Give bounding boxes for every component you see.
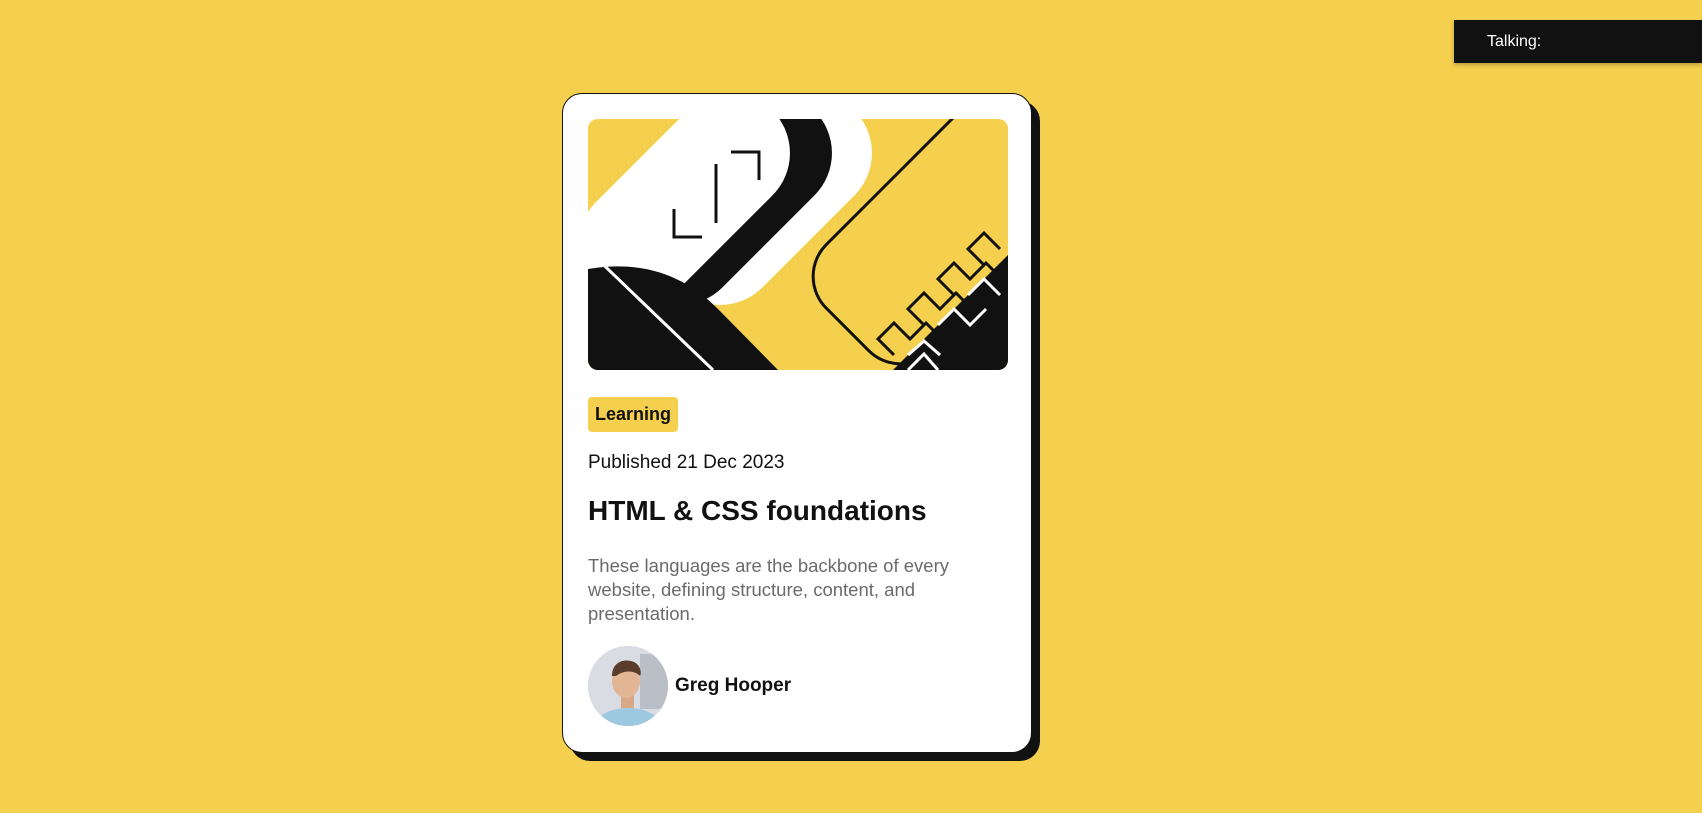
illustration-graphic (588, 119, 1008, 370)
card-description: These languages are the backbone of ever… (588, 555, 949, 624)
published-date: Published 21 Dec 2023 (588, 452, 785, 473)
card-illustration (588, 119, 1008, 370)
category-tag[interactable]: Learning (588, 397, 679, 432)
blog-preview-card: Learning Published 21 Dec 2023 HTML & CS… (562, 93, 1032, 753)
avatar-photo (588, 646, 668, 726)
talking-label: Talking: (1487, 32, 1542, 50)
avatar (588, 646, 668, 726)
talking-status-bar: Talking: (1454, 20, 1702, 63)
author-name[interactable]: Greg Hooper (675, 675, 791, 697)
card-title[interactable]: HTML & CSS foundations (588, 495, 927, 527)
author-block: Greg Hooper (588, 646, 791, 726)
